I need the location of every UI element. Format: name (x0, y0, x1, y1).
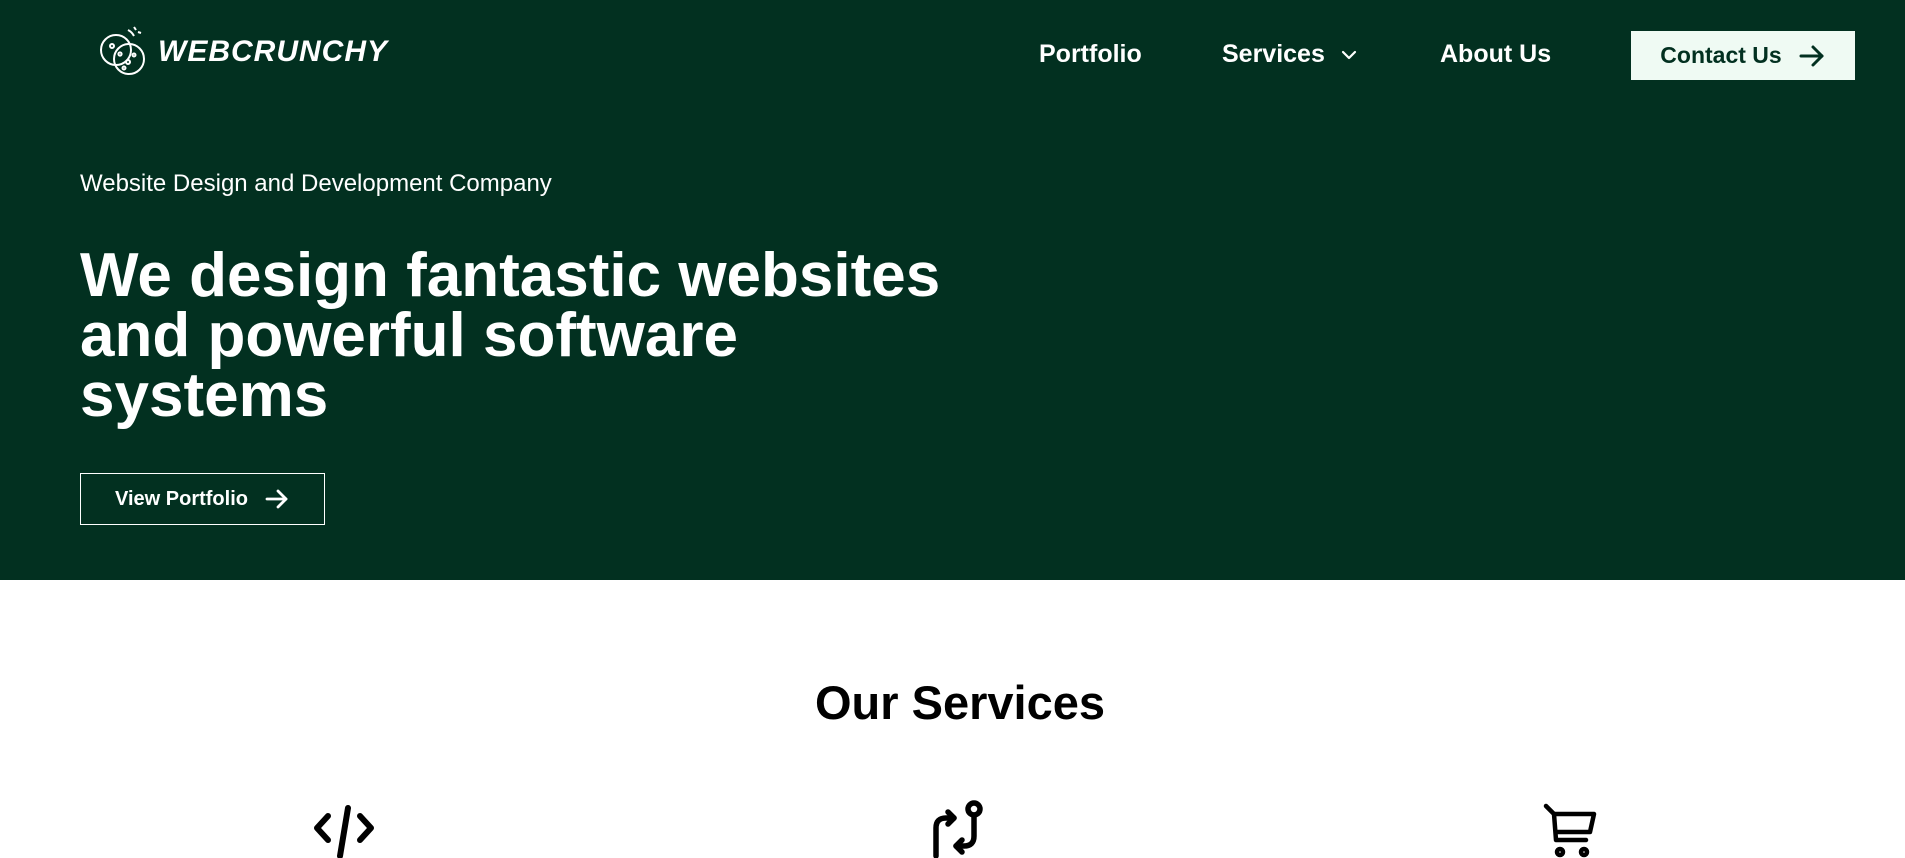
nav-services-dropdown[interactable]: Services (1222, 40, 1359, 69)
view-portfolio-button[interactable]: View Portfolio (80, 473, 325, 525)
code-icon (314, 805, 374, 858)
arrow-right-icon (265, 489, 288, 509)
contact-us-label: Contact Us (1660, 42, 1782, 68)
nav-portfolio-link[interactable]: Portfolio (1039, 40, 1142, 69)
brand-name: WEBCRUNCHY (158, 35, 388, 68)
chevron-down-icon (1341, 50, 1356, 59)
brand-logo[interactable]: WEBCRUNCHY (94, 24, 388, 80)
nav-about-link[interactable]: About Us (1440, 40, 1551, 69)
view-portfolio-label: View Portfolio (115, 487, 248, 510)
hero-subheading: Website Design and Development Company (80, 170, 552, 197)
git-pull-request-icon (933, 800, 983, 858)
nav-services-label: Services (1222, 40, 1325, 68)
hero-headline: We design fantastic websites and powerfu… (80, 241, 941, 430)
shopping-cart-icon (1543, 803, 1597, 858)
arrow-right-icon (1799, 45, 1824, 66)
hero-section: WEBCRUNCHY Portfolio Services About Us C… (0, 0, 1905, 580)
services-section-title: Our Services (814, 676, 1105, 729)
contact-us-button[interactable]: Contact Us (1631, 31, 1855, 80)
top-navigation: WEBCRUNCHY Portfolio Services About Us C… (0, 0, 1905, 110)
cookie-logo-icon (100, 26, 145, 75)
